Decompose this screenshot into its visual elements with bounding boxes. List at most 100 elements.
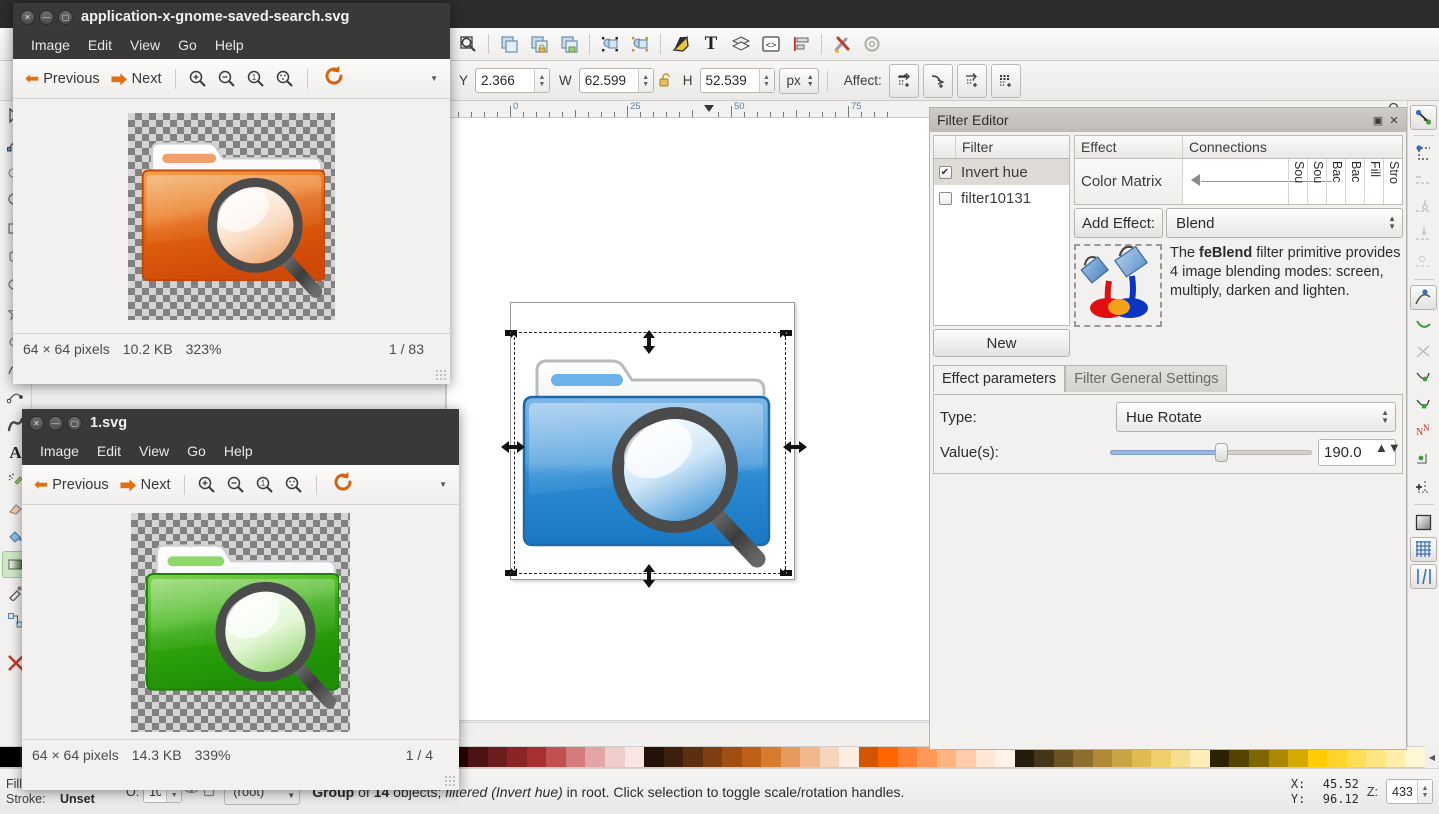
zoom-normal-icon[interactable]: 1 bbox=[252, 475, 278, 494]
zoom-drawing-icon[interactable] bbox=[454, 30, 482, 58]
filter-row-invert-hue[interactable]: ✔ Invert hue bbox=[934, 159, 1069, 185]
close-icon[interactable]: ✕ bbox=[20, 10, 35, 25]
snap-smooth-nodes-icon[interactable] bbox=[1410, 393, 1437, 418]
image-viewer-window-back[interactable]: ✕ — ▢ application-x-gnome-saved-search.s… bbox=[13, 3, 450, 384]
palette-swatch[interactable] bbox=[0, 747, 20, 767]
reload-icon[interactable] bbox=[326, 471, 360, 499]
h-spinner[interactable]: ▲▼ bbox=[759, 69, 774, 92]
snap-page-border-icon[interactable] bbox=[1410, 510, 1437, 535]
palette-swatch[interactable] bbox=[839, 747, 859, 767]
affect-patterns-icon[interactable] bbox=[991, 64, 1021, 98]
zoom-fit-icon[interactable] bbox=[281, 475, 307, 494]
palette-swatch[interactable] bbox=[703, 747, 723, 767]
snap-rotation-centers-icon[interactable] bbox=[1410, 474, 1437, 499]
filter-checkbox[interactable] bbox=[934, 192, 956, 205]
add-effect-select[interactable]: Blend ▲▼ bbox=[1166, 208, 1403, 238]
unit-select[interactable]: px ▲▼ bbox=[779, 68, 819, 94]
snap-bbox-centers-icon[interactable] bbox=[1410, 249, 1437, 274]
w-spinner[interactable]: ▲▼ bbox=[638, 69, 653, 92]
scale-handles[interactable] bbox=[497, 316, 807, 594]
snap-nodes-paths-icon[interactable] bbox=[1410, 285, 1437, 310]
zoom-fit-icon[interactable] bbox=[272, 69, 298, 88]
toolbar-overflow-icon[interactable]: ▼ bbox=[439, 480, 447, 489]
palette-swatch[interactable] bbox=[585, 747, 605, 767]
y-input[interactable] bbox=[476, 69, 534, 92]
connection-col-background-alpha[interactable]: Bac bbox=[1345, 159, 1364, 204]
snap-guides-icon[interactable] bbox=[1410, 564, 1437, 589]
y-field[interactable]: ▲▼ bbox=[475, 68, 550, 93]
palette-swatch[interactable] bbox=[488, 747, 508, 767]
values-number-input[interactable] bbox=[1319, 440, 1375, 465]
align-and-distribute-icon[interactable] bbox=[787, 30, 815, 58]
bezier-tool-icon[interactable] bbox=[2, 383, 30, 410]
palette-swatch[interactable] bbox=[1171, 747, 1191, 767]
filter-checkbox[interactable]: ✔ bbox=[934, 166, 956, 179]
next-button[interactable]: ⮕ Next bbox=[107, 64, 166, 93]
snap-bbox-corners-icon[interactable] bbox=[1410, 168, 1437, 193]
lock-open-icon[interactable] bbox=[658, 73, 674, 88]
previous-button[interactable]: ⬅ Previous bbox=[21, 67, 104, 91]
zoom-out-icon[interactable] bbox=[223, 475, 249, 494]
palette-swatch[interactable] bbox=[917, 747, 937, 767]
xml-editor-icon[interactable]: <> bbox=[757, 30, 785, 58]
palette-swatch[interactable] bbox=[1366, 747, 1386, 767]
palette-swatch[interactable] bbox=[1054, 747, 1074, 767]
zoom-input[interactable] bbox=[1387, 780, 1417, 803]
connection-col-stroke-paint[interactable]: Stro bbox=[1383, 159, 1402, 204]
palette-swatch[interactable] bbox=[820, 747, 840, 767]
w-input[interactable] bbox=[580, 69, 638, 92]
w-field[interactable]: ▲▼ bbox=[579, 68, 654, 93]
duplicate-icon[interactable] bbox=[495, 30, 523, 58]
palette-swatch[interactable] bbox=[1229, 747, 1249, 767]
minimize-icon[interactable]: — bbox=[39, 10, 54, 25]
palette-swatch[interactable] bbox=[1405, 747, 1425, 767]
palette-swatch[interactable] bbox=[995, 747, 1015, 767]
zoom-spinner[interactable]: ▲▼ bbox=[1417, 780, 1432, 803]
palette-swatch[interactable] bbox=[1034, 747, 1054, 767]
zoom-out-icon[interactable] bbox=[214, 69, 240, 88]
menu-view[interactable]: View bbox=[131, 441, 177, 461]
values-spinner[interactable]: ▲▼ bbox=[1375, 440, 1391, 465]
palette-swatch[interactable] bbox=[605, 747, 625, 767]
slider-knob[interactable] bbox=[1215, 443, 1228, 462]
snap-object-centers-icon[interactable] bbox=[1410, 447, 1437, 472]
palette-swatch[interactable] bbox=[468, 747, 488, 767]
palette-swatch[interactable] bbox=[566, 747, 586, 767]
text-and-font-icon[interactable]: T bbox=[697, 30, 725, 58]
palette-swatch[interactable] bbox=[956, 747, 976, 767]
palette-swatch[interactable] bbox=[683, 747, 703, 767]
menu-go[interactable]: Go bbox=[170, 35, 205, 55]
affect-rounded-corners-icon[interactable] bbox=[923, 64, 953, 98]
palette-swatch[interactable] bbox=[644, 747, 664, 767]
resize-grip[interactable] bbox=[435, 369, 447, 381]
menu-go[interactable]: Go bbox=[179, 441, 214, 461]
snap-bbox-edges-icon[interactable] bbox=[1410, 195, 1437, 220]
palette-swatch[interactable] bbox=[1347, 747, 1367, 767]
close-icon[interactable]: ✕ bbox=[1386, 112, 1402, 128]
close-icon[interactable]: ✕ bbox=[29, 416, 44, 431]
layers-icon[interactable] bbox=[727, 30, 755, 58]
snap-bbox-midpoints-icon[interactable] bbox=[1410, 222, 1437, 247]
palette-swatch[interactable] bbox=[1151, 747, 1171, 767]
palette-swatch[interactable] bbox=[878, 747, 898, 767]
filter-list[interactable]: ✔ Invert hue filter10131 bbox=[933, 159, 1070, 326]
palette-swatch[interactable] bbox=[1386, 747, 1406, 767]
zoom-in-icon[interactable] bbox=[194, 475, 220, 494]
enable-snapping-icon[interactable] bbox=[1410, 105, 1437, 130]
menu-edit[interactable]: Edit bbox=[89, 441, 129, 461]
unlink-clone-icon[interactable] bbox=[555, 30, 583, 58]
snap-cusp-nodes-icon[interactable] bbox=[1410, 366, 1437, 391]
menu-help[interactable]: Help bbox=[207, 35, 252, 55]
connection-col-background-image[interactable]: Bac bbox=[1326, 159, 1345, 204]
palette-swatch[interactable] bbox=[1308, 747, 1328, 767]
viewer-front-titlebar[interactable]: ✕ — ▢ 1.svg bbox=[22, 409, 459, 437]
filter-row-filter10131[interactable]: filter10131 bbox=[934, 185, 1069, 211]
type-select[interactable]: Hue Rotate ▲▼ bbox=[1116, 402, 1396, 432]
palette-scroll-arrow-icon[interactable]: ◀ bbox=[1425, 746, 1439, 768]
palette-swatch[interactable] bbox=[1190, 747, 1210, 767]
new-filter-button[interactable]: New bbox=[933, 329, 1070, 357]
palette-swatch[interactable] bbox=[625, 747, 645, 767]
snap-grids-icon[interactable] bbox=[1410, 537, 1437, 562]
snap-bounding-box-icon[interactable] bbox=[1410, 141, 1437, 166]
fill-and-stroke-icon[interactable] bbox=[667, 30, 695, 58]
